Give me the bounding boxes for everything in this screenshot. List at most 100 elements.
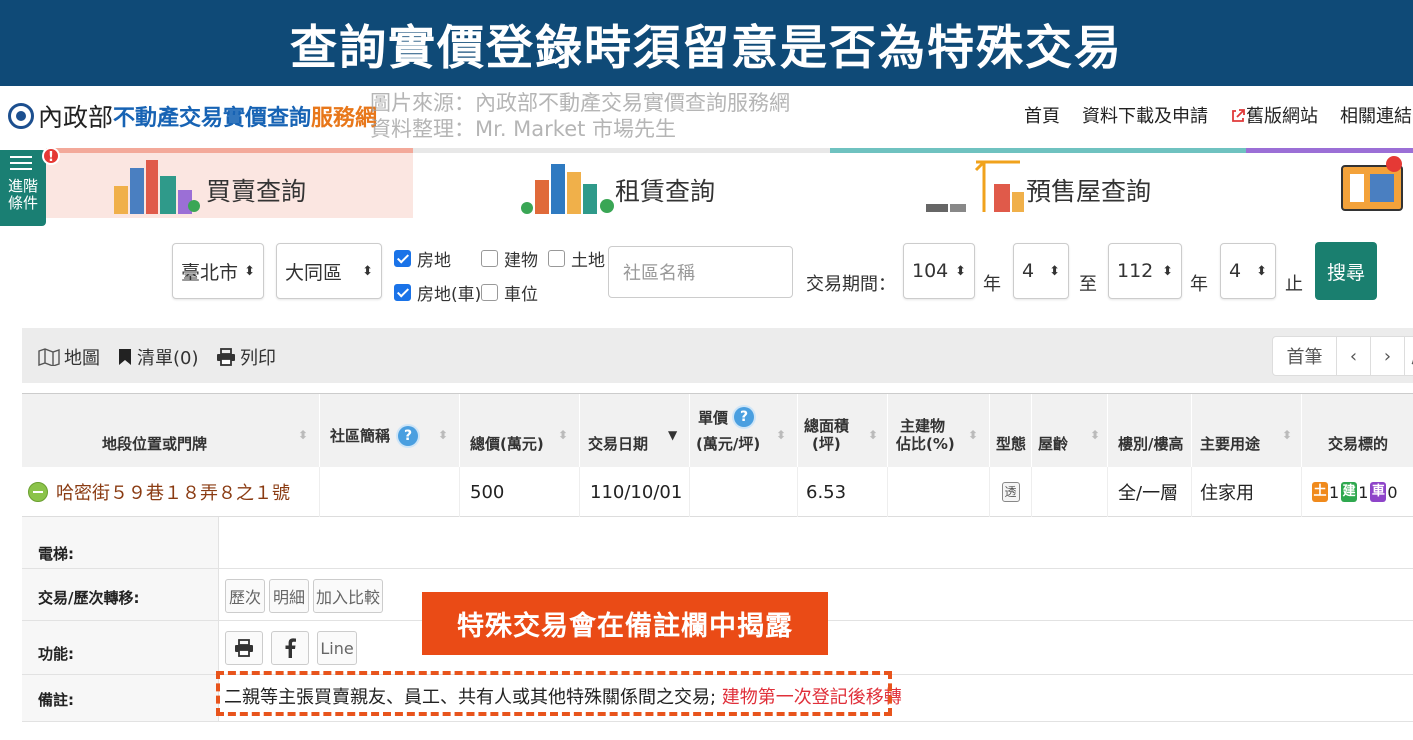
cell-target: 土1 建1 車0 — [1302, 467, 1413, 517]
col-main-ratio[interactable]: 主建物 佔比(%) ⬍ — [888, 394, 990, 468]
history-button[interactable]: 歷次 — [225, 579, 265, 613]
advanced-filter-label-2: 條件 — [7, 194, 38, 212]
tab-sale-label: 買賣查詢 — [206, 177, 307, 206]
col-floor[interactable]: 樓別/樓高 — [1108, 394, 1192, 468]
logo-ministry: 內政部 — [38, 103, 114, 132]
cell-community — [320, 467, 460, 517]
land-count: 1 — [1329, 482, 1340, 502]
map-icon — [38, 348, 60, 366]
banner-title: 查詢實價登錄時須留意是否為特殊交易 — [0, 0, 1413, 86]
col-address[interactable]: 地段位置或門牌 ⬍ — [22, 394, 320, 468]
pagination: 首筆 ‹ › 尾 — [1272, 336, 1413, 376]
to-year-select[interactable]: 112 ⬍ — [1108, 243, 1182, 299]
col-age[interactable]: 屋齡 ⬍ — [1032, 394, 1108, 468]
from-month-select[interactable]: 4 ⬍ — [1013, 243, 1069, 299]
tab-presale[interactable]: 預售屋查詢 — [830, 148, 1246, 218]
to-word: 至 — [1079, 274, 1097, 295]
rent-buildings-icon — [521, 164, 614, 214]
checkbox-empty-icon — [548, 250, 565, 267]
checkbox-empty-icon — [481, 284, 498, 301]
nav-home[interactable]: 首頁 — [1024, 102, 1060, 128]
tab-rent-label: 租賃查詢 — [615, 177, 716, 206]
col-usage[interactable]: 主要用途 ⬍ — [1192, 394, 1302, 468]
col-unit-price[interactable]: 單價? (萬元/坪) ⬍ — [690, 394, 798, 468]
building-count: 1 — [1358, 482, 1369, 502]
table-header: 地段位置或門牌 ⬍ 社區簡稱? ⬍ 總價(萬元) ⬍ 交易日期 ▼ 單價? (萬元/坪) ⬍… — [22, 393, 1413, 468]
page-first-button[interactable]: 首筆 — [1273, 337, 1337, 375]
sort-icon: ⬍ — [968, 428, 979, 442]
elevator-label: 電梯: — [38, 545, 74, 563]
add-compare-button[interactable]: 加入比較 — [313, 579, 383, 613]
city-select-value: 臺北市 — [181, 261, 239, 284]
col-total-price[interactable]: 總價(萬元) ⬍ — [460, 394, 580, 468]
cell-total-price: 500 — [460, 467, 580, 517]
col-target[interactable]: 交易標的 — [1302, 394, 1413, 468]
print-button[interactable]: 列印 — [216, 344, 276, 370]
checkbox-land[interactable]: 土地 — [548, 246, 605, 271]
to-month-select[interactable]: 4 ⬍ — [1220, 243, 1276, 299]
page-prev-button[interactable]: ‹ — [1337, 337, 1371, 375]
search-button[interactable]: 搜尋 — [1315, 242, 1377, 300]
line-share-button[interactable]: Line — [317, 631, 357, 665]
city-select[interactable]: 臺北市 ⬍ — [172, 243, 264, 299]
sort-icon: ⬍ — [298, 428, 309, 442]
col-date[interactable]: 交易日期 ▼ — [580, 394, 690, 468]
checkbox-label: 建物 — [504, 251, 538, 271]
checkbox-building[interactable]: 建物 — [481, 246, 538, 271]
watermark-editor: 資料整理：Mr. Market 市場先生 — [370, 117, 677, 141]
tab-presale-label: 預售屋查詢 — [1026, 177, 1152, 206]
help-icon[interactable]: ? — [734, 407, 754, 427]
end-word: 止 — [1285, 274, 1303, 295]
sort-desc-icon: ▼ — [668, 428, 678, 442]
col-type[interactable]: 型態 — [990, 394, 1032, 468]
sort-icon: ⬍ — [868, 428, 879, 442]
page-next-button[interactable]: › — [1371, 337, 1405, 375]
to-year-value: 112 — [1117, 260, 1154, 282]
collapse-icon[interactable] — [28, 482, 48, 502]
tab-rent[interactable]: 租賃查詢 — [413, 148, 830, 218]
district-select[interactable]: 大同區 ⬍ — [276, 243, 382, 299]
checkbox-land-building[interactable]: 房地 — [394, 246, 451, 271]
checkbox-label: 房地(車) — [417, 285, 482, 305]
list-view-button[interactable]: 清單(0) — [118, 344, 199, 370]
tab-sale[interactable]: 買賣查詢 — [46, 148, 413, 218]
select-arrow-icon: ⬍ — [1049, 263, 1060, 279]
tab-more[interactable] — [1246, 148, 1413, 218]
facebook-share-button[interactable] — [271, 631, 309, 665]
construction-crane-icon — [926, 160, 1024, 212]
tab-rent-bar — [413, 148, 830, 153]
print-record-button[interactable] — [225, 631, 263, 665]
cell-area: 6.53 — [798, 467, 888, 517]
table-row[interactable]: 哈密街５９巷１８弄８之１號 500 110/10/01 6.53 透 全/一層 … — [22, 467, 1413, 517]
tab-more-bar — [1246, 148, 1413, 153]
highlight-dashed-box — [216, 671, 892, 716]
details-button[interactable]: 明細 — [269, 579, 309, 613]
help-icon[interactable]: ? — [398, 426, 418, 446]
cell-address[interactable]: 哈密街５９巷１８弄８之１號 — [22, 467, 320, 517]
checkbox-parking[interactable]: 車位 — [481, 280, 538, 305]
col-community[interactable]: 社區簡稱? ⬍ — [320, 394, 460, 468]
search-form: 臺北市 ⬍ 大同區 ⬍ 房地 建物 土地 房地(車) 車位 社區名稱 交易期間： 1… — [0, 240, 1413, 306]
alert-badge: ! — [42, 147, 60, 165]
advanced-filter-button[interactable]: 進階 條件 — [0, 150, 46, 226]
checkbox-empty-icon — [481, 250, 498, 267]
cell-unit-price — [690, 467, 798, 517]
from-year-select[interactable]: 104 ⬍ — [903, 243, 975, 299]
page-last-button[interactable]: 尾 — [1405, 337, 1413, 375]
ministry-emblem-icon — [8, 103, 34, 129]
new-building-icon — [1341, 156, 1403, 211]
checkbox-land-building-parking[interactable]: 房地(車) — [394, 280, 481, 305]
nav-download[interactable]: 資料下載及申請 — [1082, 102, 1208, 128]
from-month-value: 4 — [1022, 260, 1035, 282]
sort-icon: ⬍ — [1090, 428, 1101, 442]
community-name-input[interactable]: 社區名稱 — [608, 246, 793, 298]
screenshot-root: 查詢實價登錄時須留意是否為特殊交易 內政部 不動產交易實價查詢 服務網 圖片來源… — [0, 0, 1413, 740]
query-tabs: 買賣查詢 租賃查詢 預售屋查詢 — [0, 148, 1413, 218]
nav-old-site[interactable]: 舊版網站 — [1230, 102, 1318, 128]
nav-related-links[interactable]: 相關連結 — [1340, 102, 1412, 128]
function-label: 功能: — [38, 645, 74, 663]
cell-age — [1032, 467, 1108, 517]
site-logo[interactable]: 內政部 不動產交易實價查詢 服務網 — [8, 98, 377, 134]
map-view-button[interactable]: 地圖 — [38, 344, 100, 370]
col-area[interactable]: 總面積 (坪) ⬍ — [798, 394, 888, 468]
